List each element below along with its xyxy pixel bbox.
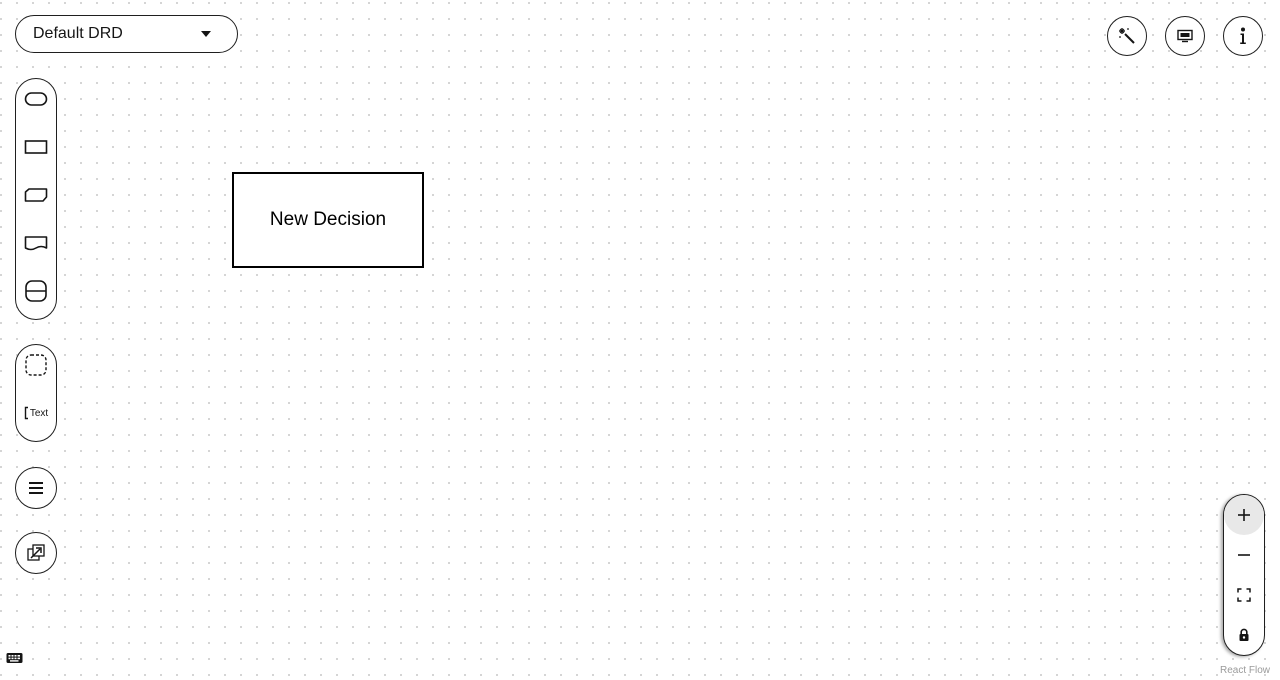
lock-icon — [1239, 628, 1249, 641]
zoom-controls — [1223, 494, 1265, 656]
decision-node-label: New Decision — [269, 209, 387, 230]
palette-decision-service[interactable] — [16, 271, 56, 311]
external-link-icon — [27, 544, 45, 561]
plus-icon — [1238, 509, 1250, 521]
decision-icon — [24, 140, 48, 154]
info-icon — [1240, 27, 1246, 44]
caret-down-icon — [201, 31, 211, 37]
minus-icon — [1238, 554, 1250, 556]
react-flow-attribution[interactable]: React Flow — [1220, 665, 1270, 676]
bkm-icon — [24, 188, 48, 202]
zoom-in-button[interactable] — [1224, 495, 1264, 535]
drd-selector-value: Default DRD — [33, 25, 123, 42]
decision-node[interactable]: New Decision — [232, 172, 424, 268]
toggle-interactivity-button[interactable] — [1224, 615, 1264, 655]
external-models-button[interactable] — [15, 532, 57, 574]
input-data-icon — [24, 92, 48, 106]
decision-navigator-button[interactable] — [15, 467, 57, 509]
fit-view-icon — [1237, 588, 1251, 602]
knowledge-source-icon — [24, 236, 48, 251]
palette-knowledge-source[interactable] — [16, 223, 56, 263]
fit-view-button[interactable] — [1224, 575, 1264, 615]
drd-selector[interactable]: Default DRD — [15, 15, 238, 53]
group-icon — [25, 354, 47, 376]
artifact-palette: Text — [15, 344, 57, 442]
overlays-button[interactable] — [1165, 16, 1205, 56]
monitor-icon — [1177, 29, 1193, 43]
palette-group[interactable] — [16, 345, 56, 385]
hamburger-icon — [29, 482, 43, 494]
keyboard-shortcuts-button[interactable] — [6, 651, 23, 663]
auto-layout-button[interactable] — [1107, 16, 1147, 56]
palette-text-annotation[interactable]: Text — [16, 393, 56, 433]
properties-button[interactable] — [1223, 16, 1263, 56]
node-palette — [15, 78, 57, 320]
palette-decision[interactable] — [16, 127, 56, 167]
palette-input-data[interactable] — [16, 79, 56, 119]
decision-service-icon — [25, 280, 47, 302]
palette-business-knowledge-model[interactable] — [16, 175, 56, 215]
text-annotation-label: Text — [29, 407, 49, 419]
diagram-canvas[interactable] — [0, 0, 1280, 680]
zoom-out-button[interactable] — [1224, 535, 1264, 575]
keyboard-icon — [6, 653, 23, 663]
magic-wand-icon — [1119, 28, 1135, 44]
